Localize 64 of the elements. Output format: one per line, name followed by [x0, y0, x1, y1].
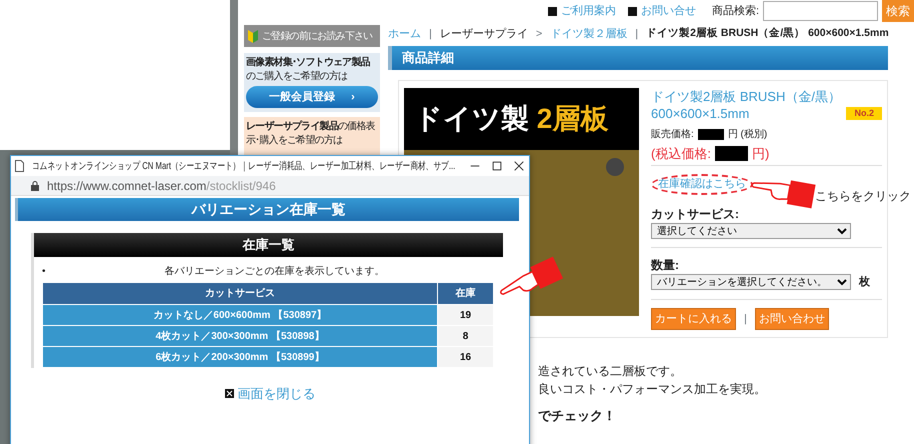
- table-cell: 8: [438, 326, 493, 346]
- banner-highlight: 2層板: [536, 102, 608, 134]
- breadcrumb-link[interactable]: ドイツ製２層板: [550, 26, 628, 42]
- table-cell: 16: [438, 347, 493, 367]
- beginner-mark-icon: [248, 30, 258, 42]
- option-label: カットサービス:: [651, 206, 740, 224]
- price-label: 販売価格:: [651, 128, 694, 142]
- bullet-icon: [548, 6, 557, 16]
- panel-text: レーザーサプライ製品の価格表示･購入をご希望の方は: [246, 120, 376, 147]
- button-separator: |: [744, 312, 747, 327]
- close-link[interactable]: 画面を閉じる: [238, 384, 316, 404]
- nav-link[interactable]: お問い合せ: [640, 2, 696, 20]
- search-label: 商品検索:: [712, 4, 759, 19]
- search-field[interactable]: [763, 1, 878, 21]
- table-cell: 19: [438, 305, 493, 325]
- section-header: 商品詳細: [388, 46, 888, 70]
- breadcrumb-link[interactable]: ホーム: [388, 26, 421, 42]
- bullet-text: •: [42, 265, 46, 279]
- nav-link[interactable]: ご利用案内: [560, 2, 616, 20]
- panel-text: 画像素材集･ソフトウェア製品のご購入をご希望の方は: [246, 56, 371, 83]
- callout-text: こちらをクリック: [815, 188, 911, 206]
- unit-label: 枚: [859, 274, 870, 290]
- action-button[interactable]: カートに入れる: [651, 308, 736, 330]
- description-text: 良いコスト・パフォーマンス加工を実現。: [538, 381, 767, 398]
- table-cell: カットなし／600×600mm 【530897】: [43, 305, 437, 325]
- breadcrumb-separator: |: [429, 26, 432, 42]
- breadcrumb-text: レーザーサプライ: [440, 26, 528, 42]
- rank-badge: No.2: [846, 107, 882, 120]
- breadcrumb-separator: |: [635, 26, 638, 42]
- column-header: 在庫: [438, 283, 493, 304]
- product-name[interactable]: ドイツ製2層板 BRUSH（金/黒） 600×600×1.5mm: [651, 88, 842, 123]
- close-icon[interactable]: [513, 160, 525, 172]
- breadcrumb-current: ドイツ製2層板 BRUSH（金/黒） 600×600×1.5mm: [646, 26, 889, 42]
- stock-check-link[interactable]: 在庫確認はこちら: [651, 174, 753, 195]
- url-text: https://www.comnet-laser.com/stocklist/946: [47, 178, 276, 194]
- breadcrumb-separator: >: [536, 26, 542, 42]
- column-header: カットサービス: [43, 283, 437, 304]
- option-select[interactable]: バリエーションを選択してください。: [651, 274, 851, 290]
- option-select[interactable]: 選択してください: [651, 223, 851, 240]
- popup-heading: バリエーション在庫一覧: [15, 198, 519, 221]
- price-suffix: 円 (税別): [728, 128, 768, 142]
- hole-drawing: [606, 158, 624, 176]
- maximize-icon[interactable]: [491, 160, 503, 172]
- note-text: 各バリエーションごとの在庫を表示しています。: [163, 264, 386, 279]
- banner-text: ドイツ製: [414, 102, 529, 134]
- page-icon: [15, 160, 24, 172]
- section-heading: でチェック！: [538, 407, 617, 426]
- option-label: 数量:: [651, 257, 680, 274]
- description-text: 造されている二層板です。: [538, 363, 683, 380]
- tax-price-suffix: 円): [752, 146, 770, 162]
- action-button[interactable]: お問い合わせ: [754, 308, 829, 330]
- table-cell: 4枚カット／300×300mm 【530898】: [43, 326, 437, 346]
- bullet-icon: [628, 6, 637, 16]
- lock-icon: [31, 180, 39, 190]
- tax-price-label: (税込価格:: [651, 146, 711, 162]
- window-title: コムネットオンラインショップ CN Mart（シーエヌマート）｜レーザー消耗品、レーザー加工材料、レーザー商材、サブ...: [32, 160, 456, 174]
- stock-heading: 在庫一覧: [34, 233, 503, 257]
- notice-banner[interactable]: ご登録の前にお読み下さい: [244, 25, 380, 47]
- notice-text: ご登録の前にお読み下さい: [262, 30, 372, 44]
- register-button[interactable]: 一般会員登録 ›: [246, 86, 378, 108]
- search-button[interactable]: 検索: [882, 0, 914, 22]
- table-cell: 6枚カット／200×300mm 【530899】: [43, 347, 437, 367]
- redacted-block: [698, 128, 724, 140]
- redacted-block: [714, 146, 748, 161]
